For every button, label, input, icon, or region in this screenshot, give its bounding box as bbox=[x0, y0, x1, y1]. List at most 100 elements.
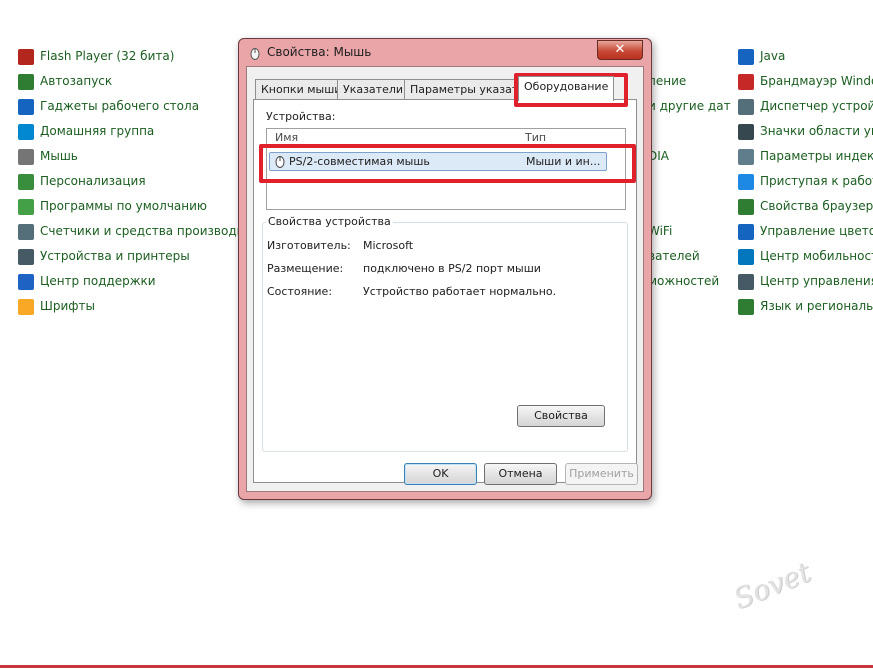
cp-left-item[interactable]: Персонализация bbox=[18, 169, 238, 194]
dialog-title: Свойства: Мышь bbox=[267, 45, 372, 59]
cp-middle-item[interactable]: пение bbox=[648, 69, 738, 94]
dialog-client-area: Кнопки мыши Указатели Параметры указател… bbox=[246, 66, 644, 492]
cp-right-item[interactable]: Язык и региональны bbox=[738, 294, 873, 319]
cp-middle-item[interactable] bbox=[648, 194, 738, 219]
tab-pointers[interactable]: Указатели bbox=[337, 79, 410, 100]
highlight-device-row bbox=[259, 144, 636, 183]
cp-right-item-label: Брандмауэр Windows bbox=[760, 74, 873, 88]
cp-middle-item[interactable] bbox=[648, 44, 738, 69]
cp-right-item[interactable]: Свойства браузера bbox=[738, 194, 873, 219]
cancel-button[interactable]: Отмена bbox=[484, 463, 557, 485]
cp-left-item[interactable]: Устройства и принтеры bbox=[18, 244, 238, 269]
cp-right-item[interactable]: Диспетчер устройств bbox=[738, 94, 873, 119]
status-value: Устройство работает нормально. bbox=[363, 285, 557, 298]
cp-right-item[interactable]: Брандмауэр Windows bbox=[738, 69, 873, 94]
column-type-header[interactable]: Тип bbox=[525, 131, 546, 144]
default-programs-icon bbox=[18, 198, 34, 215]
cp-left-item-label: Счетчики и средства производител bbox=[40, 224, 238, 238]
location-label: Размещение: bbox=[267, 262, 344, 275]
cp-left-item[interactable]: Программы по умолчанию bbox=[18, 194, 238, 219]
cp-right-item[interactable]: Приступая к работе bbox=[738, 169, 873, 194]
cp-middle-item[interactable]: и другие дат bbox=[648, 94, 738, 119]
tab-hardware[interactable]: Оборудование bbox=[518, 76, 615, 101]
color-management-icon bbox=[738, 223, 754, 240]
printer-icon bbox=[18, 248, 34, 265]
dialog-titlebar[interactable]: Свойства: Мышь ✕ bbox=[239, 39, 651, 65]
browser-icon bbox=[738, 198, 754, 215]
cp-left-item-label: Автозапуск bbox=[40, 74, 113, 88]
mouse-properties-dialog: Свойства: Мышь ✕ Кнопки мыши Указатели П… bbox=[238, 38, 652, 500]
cp-left-item-label: Домашняя группа bbox=[40, 124, 155, 138]
flag-icon bbox=[18, 273, 34, 290]
homegroup-icon bbox=[18, 123, 34, 140]
cp-right-item-label: Java bbox=[760, 49, 786, 63]
cp-left-item-label: Программы по умолчанию bbox=[40, 199, 208, 213]
mouse-icon bbox=[250, 48, 260, 60]
gadgets-icon bbox=[18, 98, 34, 115]
cp-right-item-label: Параметры индексир bbox=[760, 149, 873, 163]
cp-middle-item[interactable] bbox=[648, 169, 738, 194]
mobility-icon bbox=[738, 248, 754, 265]
cp-middle-item[interactable]: можностей bbox=[648, 269, 738, 294]
cp-middle-item[interactable] bbox=[648, 119, 738, 144]
control-panel-middle-column: пение и другие дат DIA WiFi вателей можностей bbox=[648, 44, 738, 294]
cp-right-item-label: Свойства браузера bbox=[760, 199, 873, 213]
cp-right-item[interactable]: Управление цветом bbox=[738, 219, 873, 244]
cp-left-item-label: Мышь bbox=[40, 149, 78, 163]
cp-left-item-label: Центр поддержки bbox=[40, 274, 156, 288]
cp-right-item-label: Язык и региональны bbox=[760, 299, 873, 313]
device-properties-group: Свойства устройства Изготовитель: Micros… bbox=[262, 215, 628, 452]
personalization-icon bbox=[18, 173, 34, 190]
cp-right-item-label: Приступая к работе bbox=[760, 174, 873, 188]
cp-left-item[interactable]: Гаджеты рабочего стола bbox=[18, 94, 238, 119]
cp-right-item[interactable]: Java bbox=[738, 44, 873, 69]
fonts-icon bbox=[18, 298, 34, 315]
firewall-icon bbox=[738, 73, 754, 90]
tab-buttons[interactable]: Кнопки мыши bbox=[255, 79, 348, 100]
control-panel-left-column: Flash Player (32 бита) Автозапуск Гаджеты … bbox=[18, 44, 238, 319]
cp-right-item-label: Диспетчер устройств bbox=[760, 99, 873, 113]
cp-right-item[interactable]: Значки области уведо bbox=[738, 119, 873, 144]
cp-left-item-label: Персонализация bbox=[40, 174, 146, 188]
ok-button[interactable]: OK bbox=[404, 463, 477, 485]
cp-left-item[interactable]: Flash Player (32 бита) bbox=[18, 44, 238, 69]
performance-icon bbox=[18, 223, 34, 240]
manufacturer-value: Microsoft bbox=[363, 239, 414, 252]
devices-label: Устройства: bbox=[266, 110, 336, 123]
java-icon bbox=[738, 48, 754, 65]
indexing-icon bbox=[738, 148, 754, 165]
control-panel-right-column: Java Брандмауэр Windows Диспетчер устройст… bbox=[738, 44, 873, 319]
tray-icons-icon bbox=[738, 123, 754, 140]
cp-left-item[interactable]: Шрифты bbox=[18, 294, 238, 319]
cp-right-item[interactable]: Параметры индексир bbox=[738, 144, 873, 169]
cp-right-item[interactable]: Центр управления сет bbox=[738, 269, 873, 294]
watermark-logo: Sovet bbox=[728, 555, 816, 616]
cp-middle-item[interactable]: вателей bbox=[648, 244, 738, 269]
close-button[interactable]: ✕ bbox=[597, 40, 643, 60]
cp-right-item-label: Центр мобильности bbox=[760, 249, 873, 263]
cp-left-item-label: Flash Player (32 бита) bbox=[40, 49, 175, 63]
cp-left-item[interactable]: Мышь bbox=[18, 144, 238, 169]
cp-left-item-label: Гаджеты рабочего стола bbox=[40, 99, 200, 113]
device-properties-button[interactable]: Свойства bbox=[517, 405, 605, 427]
mouse-icon bbox=[18, 148, 34, 165]
apply-button[interactable]: Применить bbox=[565, 463, 638, 485]
cp-left-item-label: Шрифты bbox=[40, 299, 95, 313]
device-properties-title: Свойства устройства bbox=[266, 215, 393, 228]
cp-middle-item[interactable]: DIA bbox=[648, 144, 738, 169]
column-name-header[interactable]: Имя bbox=[275, 131, 298, 144]
bottom-border bbox=[0, 665, 873, 668]
cp-middle-item[interactable]: WiFi bbox=[648, 219, 738, 244]
flash-icon bbox=[18, 48, 34, 65]
cp-right-item[interactable]: Центр мобильности bbox=[738, 244, 873, 269]
cp-left-item[interactable]: Автозапуск bbox=[18, 69, 238, 94]
region-icon bbox=[738, 298, 754, 315]
cp-left-item-label: Устройства и принтеры bbox=[40, 249, 190, 263]
cp-left-item[interactable]: Счетчики и средства производител bbox=[18, 219, 238, 244]
device-manager-icon bbox=[738, 98, 754, 115]
status-label: Состояние: bbox=[267, 285, 333, 298]
cp-right-item-label: Значки области уведо bbox=[760, 124, 873, 138]
cp-right-item-label: Управление цветом bbox=[760, 224, 873, 238]
cp-left-item[interactable]: Домашняя группа bbox=[18, 119, 238, 144]
cp-left-item[interactable]: Центр поддержки bbox=[18, 269, 238, 294]
